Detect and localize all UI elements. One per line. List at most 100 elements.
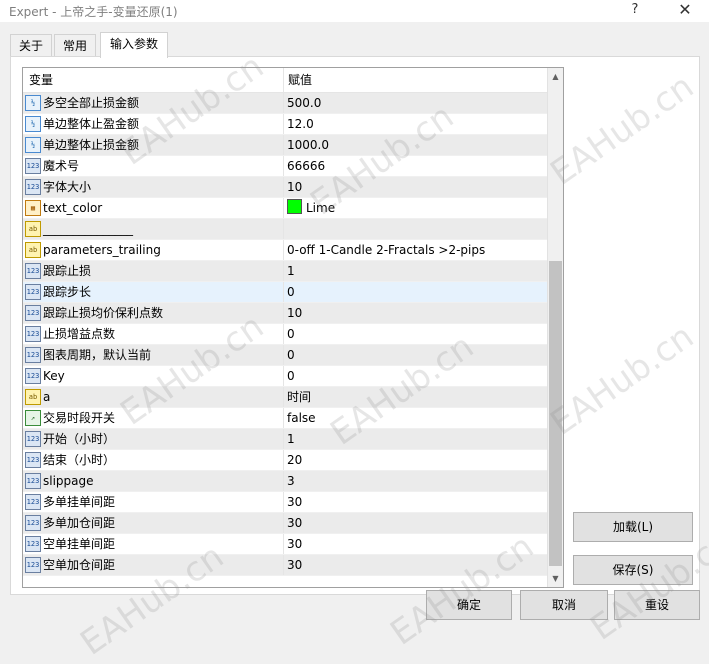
tab-common[interactable]: 常用 [54, 34, 96, 57]
param-value[interactable]: 时间 [287, 387, 311, 407]
param-name: 多单加仓间距 [43, 516, 116, 530]
param-value[interactable]: 3 [287, 471, 295, 491]
param-value[interactable]: 66666 [287, 156, 325, 176]
param-row[interactable]: 123 slippage 3 [23, 471, 547, 492]
param-row[interactable]: 123 跟踪止损 1 [23, 261, 547, 282]
tab-inputs[interactable]: 输入参数 [100, 32, 168, 58]
column-divider [283, 303, 284, 323]
tab-about[interactable]: 关于 [10, 34, 52, 57]
param-row[interactable]: ½ 多空全部止损金额 500.0 [23, 93, 547, 114]
save-button[interactable]: 保存(S) [573, 555, 693, 585]
param-value[interactable]: 0 [287, 324, 295, 344]
integer-icon: 123 [25, 158, 41, 174]
integer-icon: 123 [25, 515, 41, 531]
param-value[interactable]: 0 [287, 366, 295, 386]
double-icon: ½ [25, 95, 41, 111]
integer-icon: 123 [25, 473, 41, 489]
integer-icon: 123 [25, 557, 41, 573]
param-row[interactable]: ab parameters_trailing 0-off 1-Candle 2-Fr… [23, 240, 547, 261]
param-row[interactable]: 123 Key 0 [23, 366, 547, 387]
scroll-up-icon[interactable]: ▲ [548, 68, 563, 85]
param-value[interactable]: 10 [287, 303, 302, 323]
column-divider [283, 555, 284, 575]
integer-icon: 123 [25, 347, 41, 363]
boolean-icon: ↗ [25, 410, 41, 426]
column-divider [283, 534, 284, 554]
param-row[interactable]: ab a 时间 [23, 387, 547, 408]
param-value[interactable]: 30 [287, 555, 302, 575]
param-row[interactable]: 123 图表周期，默认当前 0 [23, 345, 547, 366]
param-row[interactable]: 123 魔术号 66666 [23, 156, 547, 177]
param-name: 图表周期，默认当前 [43, 348, 152, 362]
column-divider [283, 513, 284, 533]
param-row[interactable]: 123 开始（小时） 1 [23, 429, 547, 450]
column-divider [283, 135, 284, 155]
string-icon: ab [25, 242, 41, 258]
param-row[interactable]: 123 空单挂单间距 30 [23, 534, 547, 555]
param-row[interactable]: ab _______________ [23, 219, 547, 240]
column-divider [283, 324, 284, 344]
param-row[interactable]: ½ 单边整体止损金额 1000.0 [23, 135, 547, 156]
param-row[interactable]: 123 字体大小 10 [23, 177, 547, 198]
vertical-scrollbar[interactable]: ▲ ▼ [547, 68, 563, 587]
param-row[interactable]: ▦ text_color Lime [23, 198, 547, 219]
param-name: 多单挂单间距 [43, 495, 116, 509]
param-row[interactable]: 123 多单加仓间距 30 [23, 513, 547, 534]
column-divider [283, 408, 284, 428]
param-row[interactable]: 123 结束（小时） 20 [23, 450, 547, 471]
param-value[interactable]: 0 [287, 282, 295, 302]
integer-icon: 123 [25, 305, 41, 321]
param-name: text_color [43, 201, 103, 215]
reset-button[interactable]: 重设 [614, 590, 700, 620]
header-divider [283, 68, 284, 92]
param-name: 多空全部止损金额 [43, 96, 140, 110]
column-divider [283, 450, 284, 470]
param-row[interactable]: 123 跟踪止损均价保利点数 10 [23, 303, 547, 324]
param-row[interactable]: 123 跟踪步长 0 [23, 282, 547, 303]
param-name: 单边整体止损金额 [43, 138, 140, 152]
param-row[interactable]: ½ 单边整体止盈金额 12.0 [23, 114, 547, 135]
param-row[interactable]: ↗ 交易时段开关 false [23, 408, 547, 429]
param-value[interactable]: 30 [287, 513, 302, 533]
param-value[interactable]: 20 [287, 450, 302, 470]
param-name: 结束（小时） [43, 453, 116, 467]
param-name: 跟踪止损 [43, 264, 92, 278]
parameters-grid: 变量 赋值 ½ 多空全部止损金额 500.0 ½ 单边整体止盈金额 12.0 ½ 单边整体止损… [22, 67, 564, 588]
header-value[interactable]: 赋值 [288, 68, 312, 92]
string-icon: ab [25, 389, 41, 405]
column-divider [283, 366, 284, 386]
grid-rows: ½ 多空全部止损金额 500.0 ½ 单边整体止盈金额 12.0 ½ 单边整体止损金额 1000… [23, 93, 547, 576]
scroll-down-icon[interactable]: ▼ [548, 570, 563, 587]
load-button[interactable]: 加载(L) [573, 512, 693, 542]
param-value[interactable]: 1 [287, 261, 295, 281]
integer-icon: 123 [25, 452, 41, 468]
param-value[interactable]: 0 [287, 345, 295, 365]
param-row[interactable]: 123 空单加仓间距 30 [23, 555, 547, 576]
param-value[interactable]: 12.0 [287, 114, 314, 134]
param-name: 单边整体止盈金额 [43, 117, 140, 131]
column-divider [283, 240, 284, 260]
param-name: 空单加仓间距 [43, 558, 116, 572]
integer-icon: 123 [25, 326, 41, 342]
param-value[interactable]: 500.0 [287, 93, 321, 113]
header-variable[interactable]: 变量 [29, 68, 53, 92]
help-button[interactable]: ? [617, 0, 653, 20]
param-name: parameters_trailing [43, 243, 161, 257]
param-row[interactable]: 123 多单挂单间距 30 [23, 492, 547, 513]
param-value[interactable]: 1000.0 [287, 135, 329, 155]
param-row[interactable]: 123 止损增益点数 0 [23, 324, 547, 345]
param-value[interactable]: 10 [287, 177, 302, 197]
column-divider [283, 492, 284, 512]
param-value[interactable]: 1 [287, 429, 295, 449]
param-value[interactable]: 30 [287, 492, 302, 512]
param-name: 开始（小时） [43, 432, 116, 446]
ok-button[interactable]: 确定 [426, 590, 512, 620]
cancel-button[interactable]: 取消 [520, 590, 608, 620]
param-value[interactable]: 0-off 1-Candle 2-Fractals >2-pips [287, 240, 485, 260]
scroll-thumb[interactable] [549, 261, 562, 566]
close-button[interactable]: ✕ [667, 0, 703, 20]
param-value[interactable]: 30 [287, 534, 302, 554]
param-value[interactable]: false [287, 408, 316, 428]
title-bar: Expert - 上帝之手-变量还原(1) ? ✕ [0, 0, 709, 22]
param-value[interactable]: Lime [287, 198, 335, 218]
